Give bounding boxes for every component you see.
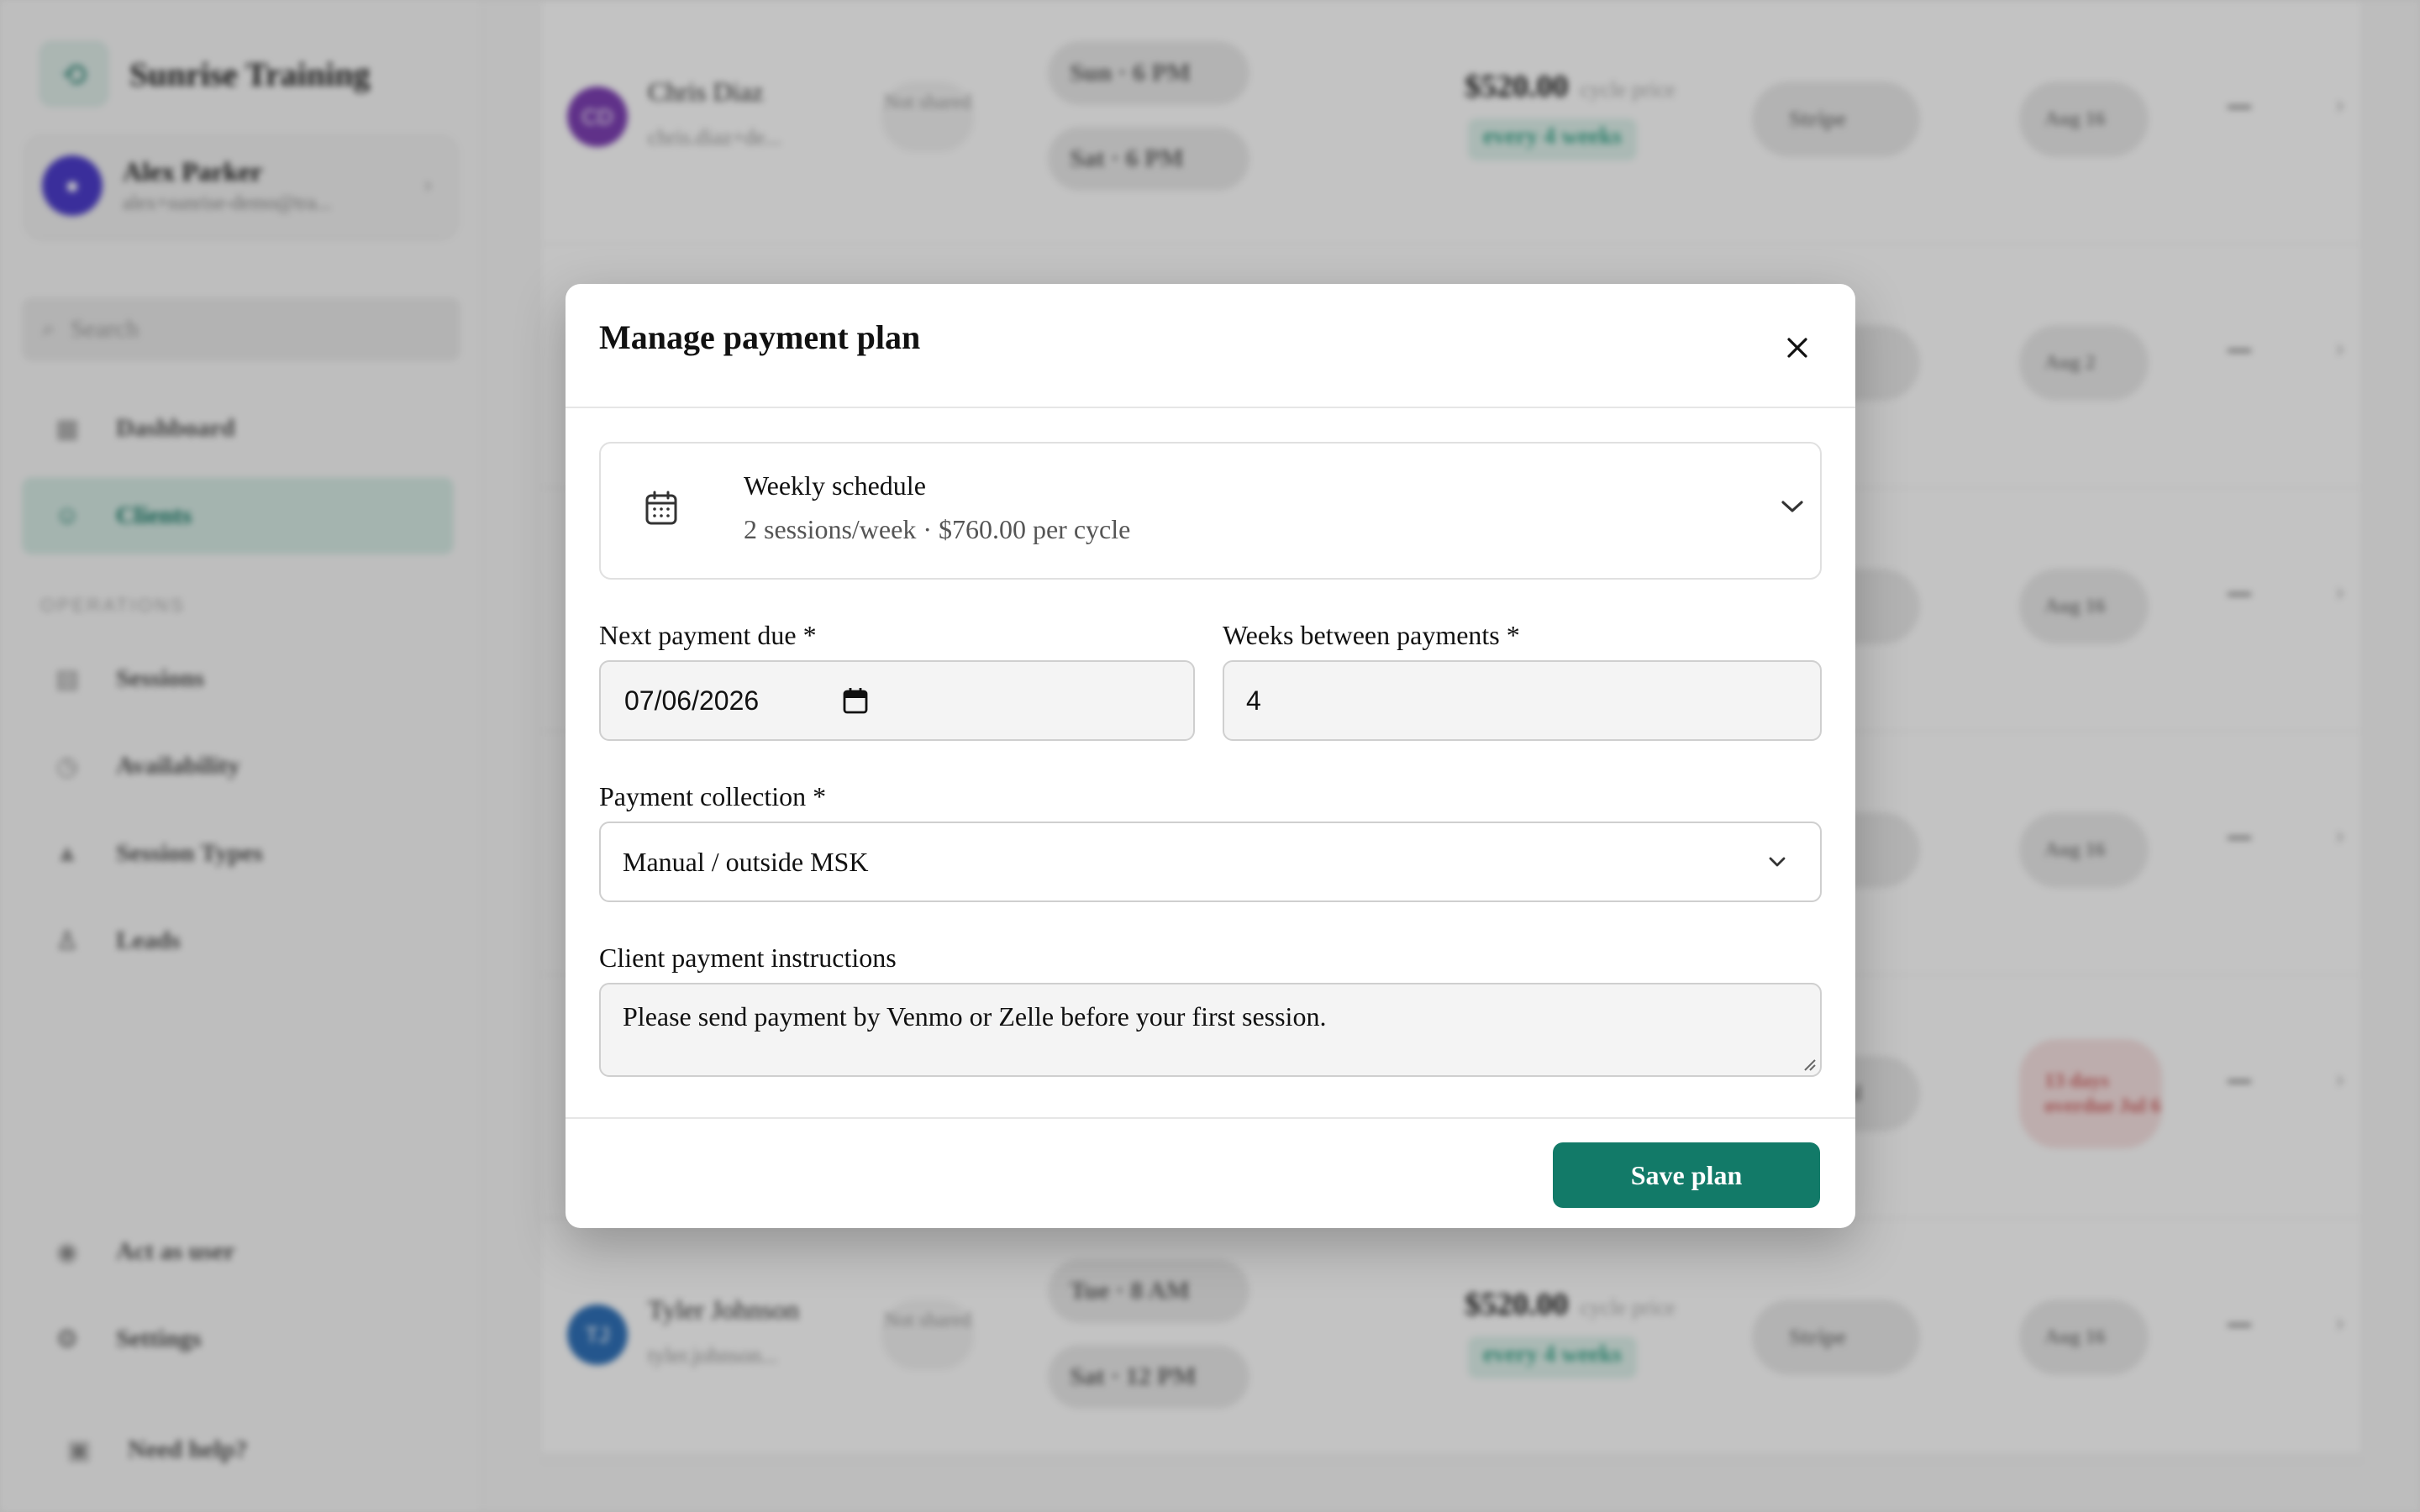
payment-plan-modal: Manage payment plan Weekly schedule 2 se… bbox=[566, 284, 1855, 1228]
modal-title: Manage payment plan bbox=[599, 318, 921, 356]
chevron-down-icon bbox=[1781, 501, 1803, 512]
next-payment-label: Next payment due * bbox=[599, 620, 817, 650]
chevron-down-icon bbox=[1769, 857, 1786, 867]
date-value: 07/06/2026 bbox=[624, 685, 760, 716]
schedule-summary: 2 sessions/week · $760.00 per cycle bbox=[744, 514, 1131, 544]
resize-handle-icon[interactable] bbox=[1802, 1057, 1817, 1072]
payment-collection-select[interactable]: Manual / outside MSK bbox=[599, 822, 1822, 902]
close-button[interactable] bbox=[1772, 323, 1823, 373]
payment-instructions-textarea[interactable]: Please send payment by Venmo or Zelle be… bbox=[599, 983, 1822, 1077]
schedule-accordion[interactable]: Weekly schedule 2 sessions/week · $760.0… bbox=[599, 442, 1822, 580]
calendar-picker-icon[interactable] bbox=[843, 687, 868, 714]
payment-instructions-label: Client payment instructions bbox=[599, 942, 897, 973]
payment-collection-label: Payment collection * bbox=[599, 781, 827, 811]
schedule-title: Weekly schedule bbox=[744, 470, 926, 501]
selected-option: Manual / outside MSK bbox=[623, 846, 869, 877]
modal-footer: Save plan bbox=[566, 1117, 1855, 1228]
instructions-value: Please send payment by Venmo or Zelle be… bbox=[623, 1001, 1327, 1032]
close-icon bbox=[1787, 338, 1807, 358]
weeks-between-input[interactable]: 4 bbox=[1223, 660, 1822, 741]
next-payment-date-input[interactable]: 07/06/2026 bbox=[599, 660, 1195, 741]
calendar-icon bbox=[645, 491, 677, 525]
modal-header: Manage payment plan bbox=[566, 284, 1855, 408]
weeks-value: 4 bbox=[1246, 685, 1261, 716]
save-plan-button[interactable]: Save plan bbox=[1553, 1142, 1820, 1208]
weeks-between-label: Weeks between payments * bbox=[1223, 620, 1520, 650]
